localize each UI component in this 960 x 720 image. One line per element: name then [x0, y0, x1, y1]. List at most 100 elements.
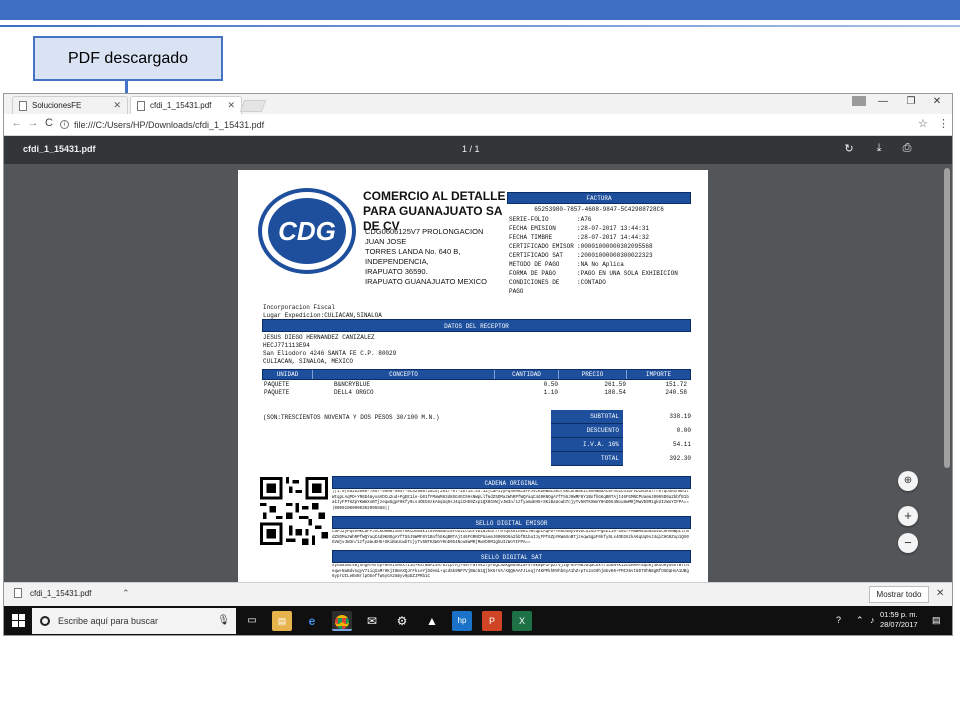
taskbar-search-input[interactable]: Escribe aquí para buscar 🎙 [32, 608, 236, 634]
download-icon[interactable]: ⤓ [872, 142, 886, 155]
field-key: CERTIFICADO EMISOR [509, 243, 574, 250]
field-key: CERTIFICADO SAT [509, 252, 564, 259]
receptor-line: HECJ771113E94 [263, 342, 310, 349]
cell-precio: 188.54 [604, 389, 626, 396]
clock-time: 01:59 p. m. [880, 610, 918, 619]
bookmark-star-icon[interactable]: ☆ [918, 117, 928, 130]
receptor-line: CULIACAN, SINALOA, MEXICO [263, 358, 354, 365]
total-label: SUBTOTAL [551, 410, 623, 424]
menu-icon[interactable]: ⋮ [938, 117, 949, 130]
cell-importe: 151.72 [665, 381, 687, 388]
pdf-viewport[interactable]: CDG COMERCIO AL DETALLE PARA GUANAJUATO … [4, 164, 952, 582]
minimize-button[interactable]: — [870, 96, 896, 107]
chevron-up-icon[interactable]: ⌃ [122, 588, 130, 599]
powerpoint-icon[interactable]: P [482, 611, 502, 631]
close-tab-icon[interactable]: ✕ [113, 100, 121, 111]
callout-label: PDF descargado [67, 49, 189, 67]
speaker-icon[interactable]: ♪ [870, 615, 875, 625]
sello-sat-text: XyOaaSmt4BjShgM7NfEp+8enIoRhX7IiG+KSfWaA… [332, 564, 689, 579]
settings-gear-icon[interactable]: ⚙ [392, 611, 412, 631]
help-icon[interactable]: ? [836, 615, 841, 625]
receptor-header: DATOS DEL RECEPTOR [262, 319, 691, 332]
items-table-header: UNIDAD CONCEPTO CANTIDAD PRECIO IMPORTE [262, 369, 691, 380]
field-key: CONDICIONES DE PAGO [509, 279, 560, 295]
total-value: 338.19 [669, 413, 691, 420]
notifications-icon[interactable]: ▤ [932, 615, 941, 626]
field-key: FORMA DE PAGO [509, 270, 556, 277]
field-value: :20001000000300022323 [577, 252, 653, 259]
url-input[interactable]: i file:///C:/Users/HP/Downloads/cfdi_1_1… [60, 116, 920, 133]
cell-precio: 261.59 [604, 381, 626, 388]
close-tab-icon[interactable]: ✕ [227, 100, 235, 111]
user-profile-icon[interactable] [852, 96, 866, 106]
uuid: 65253980-7857-4608-9847-5C42988728C6 [534, 206, 664, 213]
file-explorer-icon[interactable]: ▤ [272, 611, 292, 631]
download-bar: cfdi_1_15431.pdf ⌃ Mostrar todo ✕ [4, 582, 952, 606]
forward-arrow-icon[interactable]: → [26, 117, 40, 129]
back-arrow-icon[interactable]: ← [10, 117, 24, 129]
photos-icon[interactable]: ▲ [422, 611, 442, 631]
scrollbar[interactable] [942, 164, 952, 582]
zoom-out-button[interactable]: − [898, 533, 918, 553]
pdf-toolbar: cfdi_1_15431.pdf 1 / 1 ↻ ⤓ ⎙ [4, 136, 952, 164]
fit-page-button[interactable]: ⊕ [898, 471, 918, 491]
restore-button[interactable]: ❐ [898, 96, 924, 107]
column-header: CANTIDAD [495, 370, 559, 379]
receptor-line: JESUS DIEGO HERNANDEZ CANIZALEZ [263, 334, 375, 341]
task-view-icon[interactable]: ▭ [242, 611, 262, 631]
sello-sat-header: SELLO DIGITAL SAT [332, 550, 691, 563]
info-icon[interactable]: i [60, 120, 69, 129]
new-tab-button[interactable] [239, 100, 267, 112]
scroll-thumb[interactable] [944, 168, 950, 468]
edge-browser-icon[interactable]: e [302, 611, 322, 631]
system-clock[interactable]: 01:59 p. m. 28/07/2017 [880, 610, 918, 630]
amount-in-words: (SON:TRESCIENTOS NOVENTA Y DOS PESOS 30/… [263, 414, 440, 421]
field-key: SERIE-FOLIO [509, 216, 549, 223]
windows-taskbar: Escribe aquí para buscar 🎙 ▭ ▤ e ✉ ⚙ ▲ h… [4, 606, 952, 635]
field-value: :NA No Aplica [577, 261, 624, 268]
factura-header: FACTURA [507, 192, 691, 204]
reload-icon[interactable]: C [42, 117, 56, 129]
cadena-original-text: ||1.0|65253980-7857-4608-9847-5C42988728… [332, 490, 689, 511]
sello-emisor-text: CaPJ2yPq4eMKCaFPJVCKDRWmIS0oT6KCDhmakIt8… [332, 530, 689, 545]
excel-icon[interactable]: X [512, 611, 532, 631]
total-row: DESCUENTO 0.00 [551, 424, 691, 438]
show-all-button[interactable]: Mostrar todo [869, 586, 929, 603]
receptor-line: San Eliodoro 4246 SANTA FE C.P. 80029 [263, 350, 397, 357]
search-placeholder: Escribe aquí para buscar [58, 616, 159, 626]
close-download-bar-icon[interactable]: ✕ [936, 588, 944, 599]
column-header: IMPORTE [645, 371, 672, 378]
cell-unidad: PAQUETE [264, 381, 290, 388]
page-icon [137, 100, 145, 111]
chrome-browser-icon[interactable] [332, 611, 352, 631]
company-address: CDG0606125V7 PROLONGACION JUAN JOSE TORR… [365, 227, 505, 287]
tab-solucionesfe[interactable]: SolucionesFE ✕ [12, 96, 128, 114]
field-value: :PAGO EN UNA SOLA EXHIBICION [577, 270, 678, 277]
browser-screenshot: SolucionesFE ✕ cfdi_1_15431.pdf ✕ — ❐ ✕ … [3, 93, 953, 636]
field-value: :A76 [577, 216, 592, 223]
page-icon [19, 100, 27, 111]
total-label: TOTAL [551, 452, 623, 466]
company-logo: CDG [258, 188, 356, 274]
tray-chevron-up-icon[interactable]: ⌃ [856, 615, 864, 626]
total-value: 392.30 [669, 455, 691, 462]
mail-icon[interactable]: ✉ [362, 611, 382, 631]
pdf-file-name: cfdi_1_15431.pdf [23, 144, 96, 154]
total-value: 54.11 [672, 441, 691, 448]
total-row: I.V.A. 16% 54.11 [551, 438, 691, 452]
windows-start-button[interactable] [12, 614, 25, 627]
print-icon[interactable]: ⎙ [900, 142, 914, 155]
address-line: IRAPUATO 36590. [365, 267, 428, 276]
close-window-button[interactable]: ✕ [924, 96, 950, 107]
field-key: METODO DE PAGO [509, 261, 560, 268]
total-row: SUBTOTAL 338.19 [551, 410, 691, 424]
tab-pdf[interactable]: cfdi_1_15431.pdf ✕ [130, 96, 242, 114]
download-item[interactable]: cfdi_1_15431.pdf [14, 588, 91, 598]
zoom-in-button[interactable]: + [898, 506, 918, 526]
hp-icon[interactable]: hp [452, 611, 472, 631]
total-row: TOTAL 392.30 [551, 452, 691, 466]
total-label: I.V.A. 16% [551, 438, 623, 452]
rotate-icon[interactable]: ↻ [842, 142, 856, 155]
microphone-icon[interactable]: 🎙 [217, 615, 230, 626]
address-bar: ← → C i file:///C:/Users/HP/Downloads/cf… [4, 114, 952, 136]
